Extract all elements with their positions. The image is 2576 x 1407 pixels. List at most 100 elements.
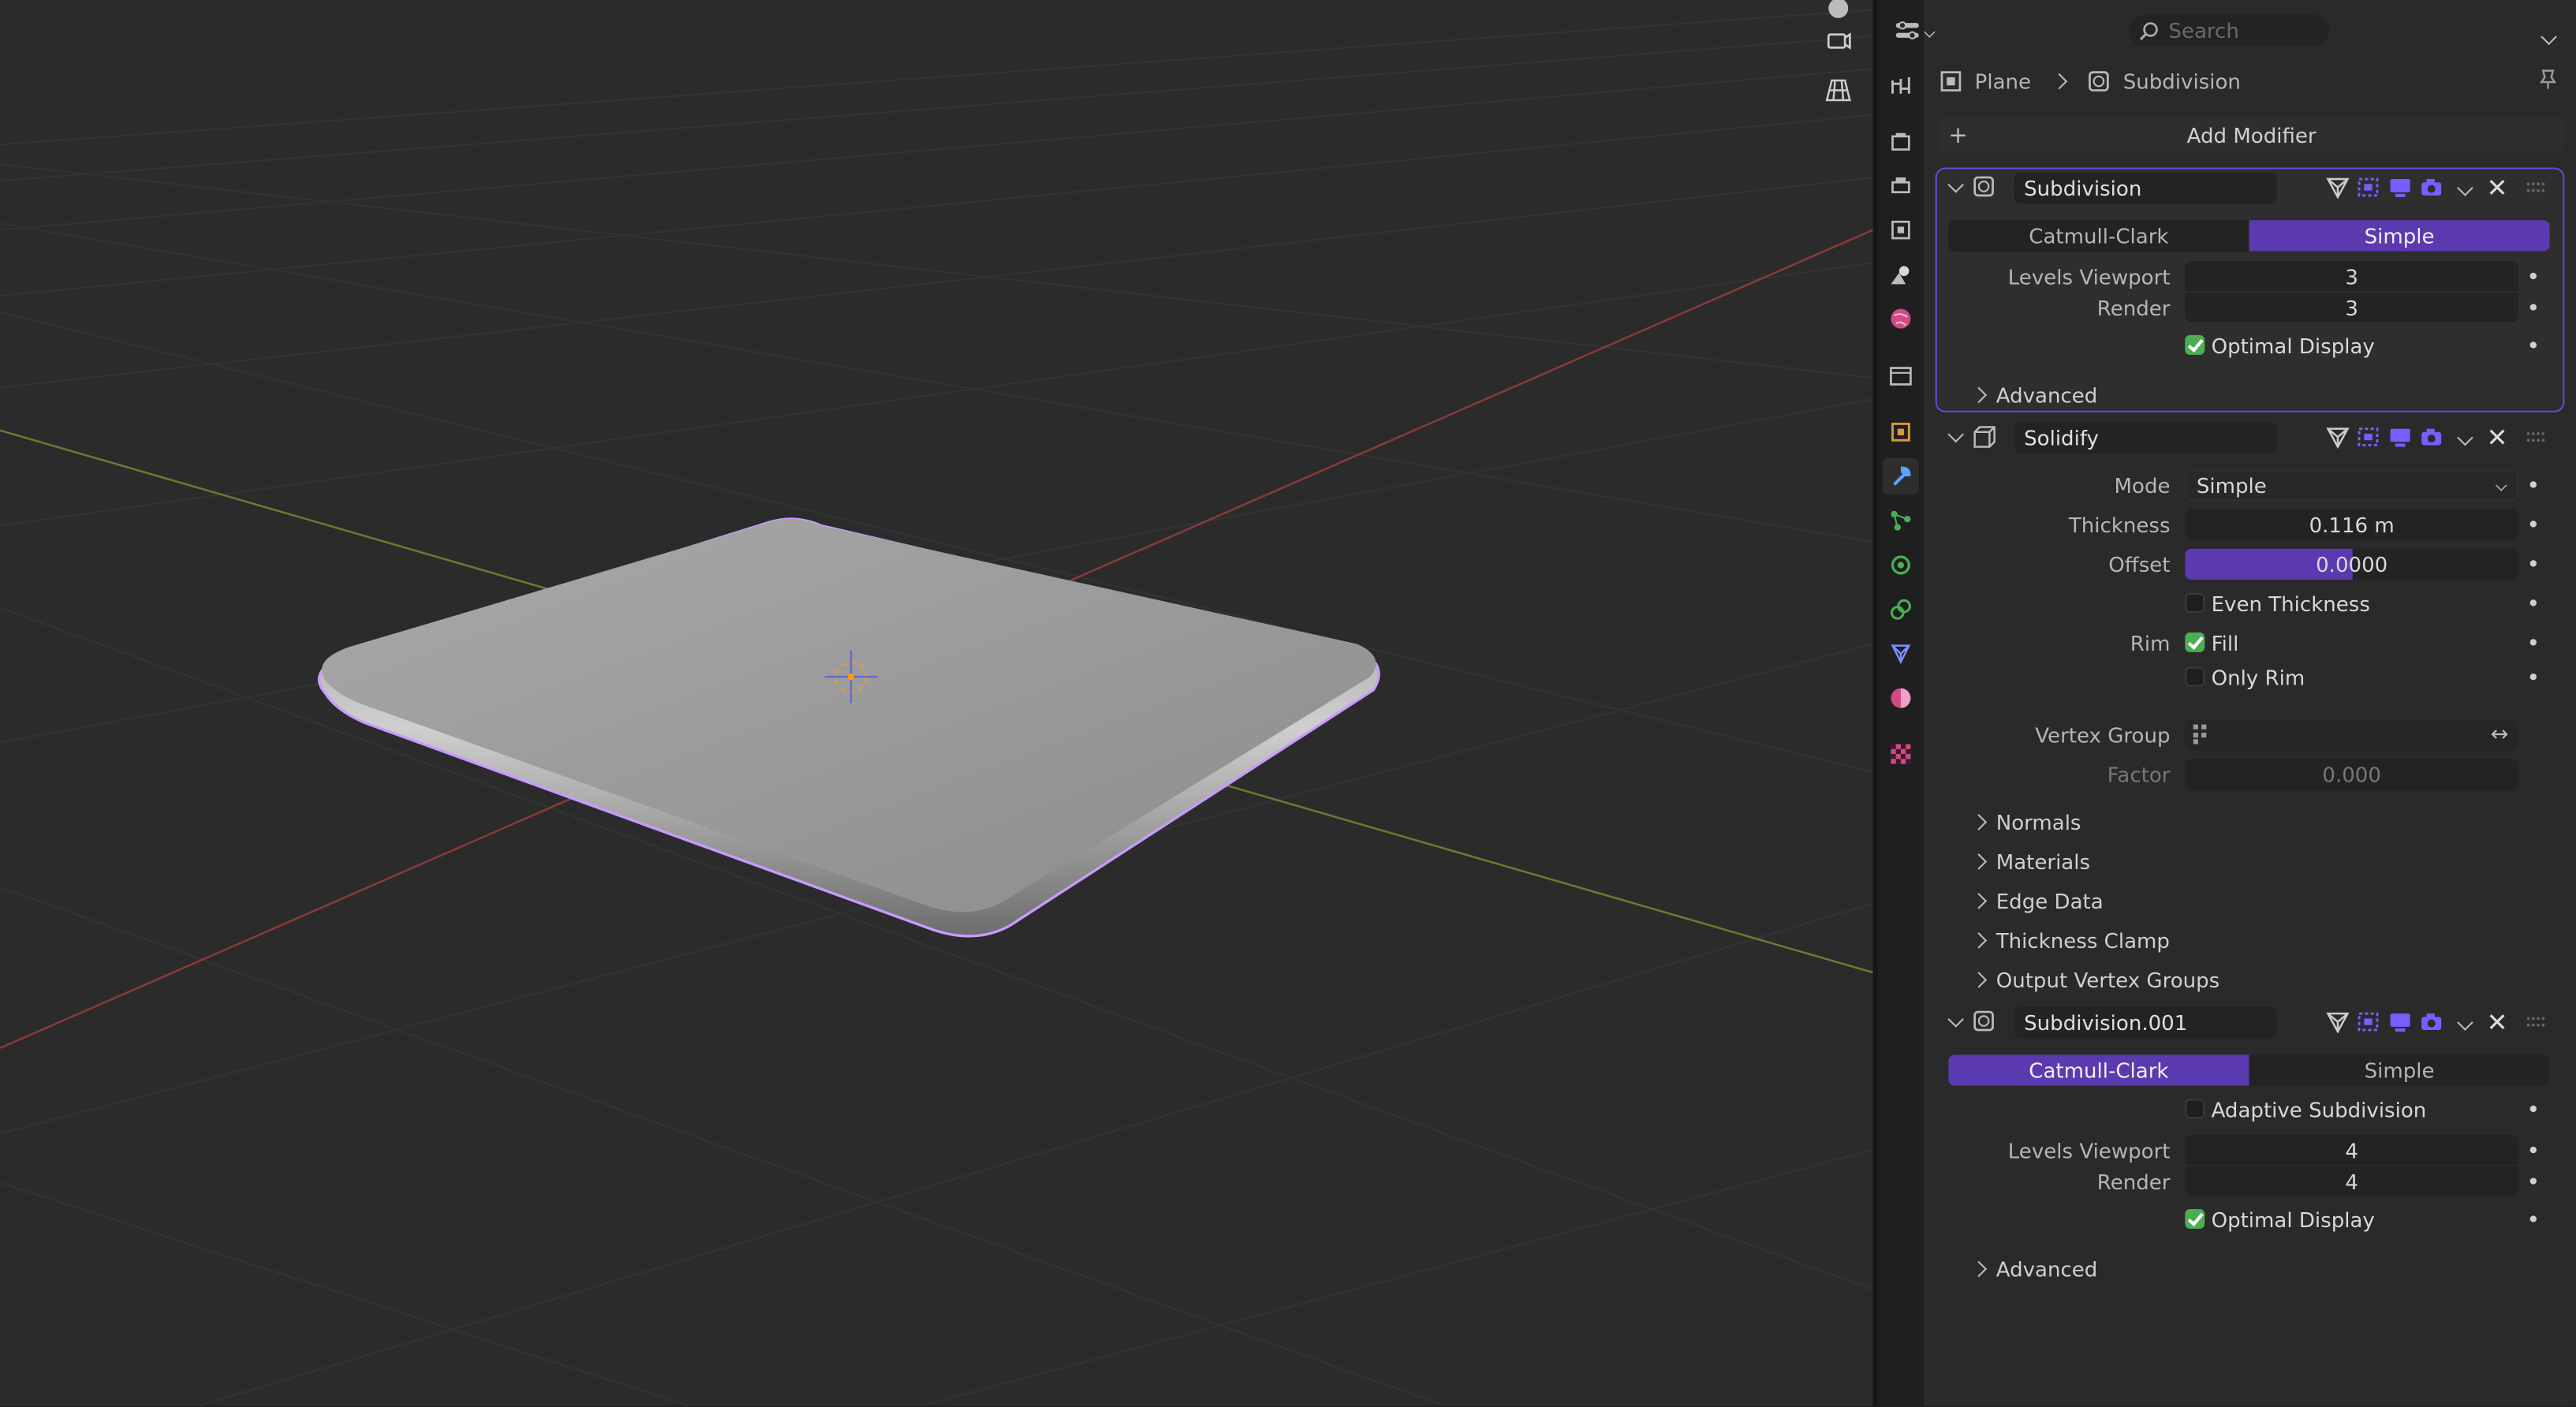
optimal-display-checkbox[interactable]: [2185, 334, 2205, 355]
keyframe-dot[interactable]: [2529, 639, 2537, 646]
levels-viewport-field[interactable]: 3: [2185, 261, 2519, 291]
object-icon[interactable]: [1883, 414, 1919, 450]
viewport-display-icon[interactable]: [2387, 176, 2413, 199]
simple-option[interactable]: Simple: [2249, 220, 2550, 252]
edit-mode-icon[interactable]: [2356, 425, 2382, 448]
view-layer-icon[interactable]: [1883, 212, 1919, 248]
modifier-menu-chevron-icon[interactable]: [2457, 179, 2473, 196]
data-icon[interactable]: [1883, 636, 1919, 672]
keyframe-dot[interactable]: [2529, 1215, 2537, 1222]
factor-row: Factor 0.000: [1924, 756, 2576, 792]
subdivision-001-modifier-header[interactable]: Subdivision.001: [1937, 1002, 2563, 1042]
render-camera-icon[interactable]: [2418, 1010, 2444, 1033]
keyframe-dot[interactable]: [2529, 1146, 2537, 1154]
on-cage-icon[interactable]: [2324, 425, 2350, 449]
normals-subpanel-header[interactable]: Normals: [1924, 804, 2576, 840]
tool-icon[interactable]: [1883, 67, 1919, 103]
collapse-chevron-icon[interactable]: [1947, 177, 1965, 193]
keyframe-dot[interactable]: [2529, 272, 2537, 280]
keyframe-dot[interactable]: [2529, 521, 2537, 528]
editor-type-icon[interactable]: [1895, 17, 1943, 46]
mode-dropdown[interactable]: Simple: [2185, 468, 2519, 501]
keyframe-dot[interactable]: [2529, 673, 2537, 681]
close-icon[interactable]: [2485, 1010, 2508, 1033]
header-menu-chevron[interactable]: [2541, 23, 2557, 47]
material-icon[interactable]: [1883, 680, 1919, 716]
output-vertex-groups-subpanel-header[interactable]: Output Vertex Groups: [1924, 961, 2576, 997]
invert-arrows-icon[interactable]: ↔: [2491, 722, 2509, 746]
subdivision-type-toggle[interactable]: Catmull-Clark Simple: [1948, 220, 2550, 252]
viewport-display-icon[interactable]: [2387, 1010, 2413, 1033]
render-levels-field[interactable]: 3: [2185, 292, 2519, 323]
catmull-clark-option[interactable]: Catmull-Clark: [1948, 1054, 2249, 1086]
keyframe-dot[interactable]: [2529, 481, 2537, 488]
keyframe-dot[interactable]: [2529, 304, 2537, 311]
keyframe-dot[interactable]: [2529, 341, 2537, 349]
edit-mode-icon[interactable]: [2356, 1010, 2382, 1033]
search-placeholder: Search: [2168, 17, 2239, 43]
keyframe-dot[interactable]: [2529, 1177, 2537, 1185]
fill-checkbox[interactable]: [2185, 632, 2205, 652]
advanced-subpanel-header[interactable]: Advanced: [1924, 376, 2576, 412]
edit-mode-icon[interactable]: [2356, 176, 2382, 199]
modifier-name-field[interactable]: Subdivision.001: [2014, 1006, 2277, 1038]
collapse-chevron-icon[interactable]: [1947, 426, 1965, 443]
modifier-icon[interactable]: [1883, 458, 1919, 495]
3d-viewport[interactable]: [0, 0, 1873, 1406]
physics-icon[interactable]: [1883, 547, 1919, 584]
close-icon[interactable]: [2485, 425, 2508, 448]
render-camera-icon[interactable]: [2418, 425, 2444, 448]
on-cage-icon[interactable]: [2324, 1010, 2350, 1034]
pin-icon[interactable]: [2537, 67, 2559, 95]
add-modifier-button[interactable]: + Add Modifier: [1938, 118, 2565, 153]
factor-field[interactable]: 0.000: [2185, 758, 2519, 789]
viewport-scene[interactable]: [0, 0, 1873, 1406]
simple-option[interactable]: Simple: [2249, 1054, 2549, 1086]
drag-handle-icon[interactable]: [2523, 1010, 2546, 1033]
render-levels-field[interactable]: 4: [2185, 1166, 2519, 1196]
grid-view-icon[interactable]: [1817, 69, 1860, 111]
world-icon[interactable]: [1883, 300, 1919, 337]
collection-icon[interactable]: [1883, 358, 1919, 394]
levels-viewport-field[interactable]: 4: [2185, 1135, 2519, 1165]
search-field[interactable]: Search: [2129, 14, 2330, 47]
add-modifier-label: Add Modifier: [2186, 123, 2317, 148]
drag-handle-icon[interactable]: [2523, 176, 2546, 199]
keyframe-dot[interactable]: [2529, 1105, 2537, 1113]
solidify-modifier-header[interactable]: Solidify: [1937, 417, 2563, 457]
optimal-display-checkbox[interactable]: [2185, 1209, 2205, 1230]
drag-handle-icon[interactable]: [2523, 425, 2546, 448]
thickness-clamp-subpanel-header[interactable]: Thickness Clamp: [1924, 922, 2576, 958]
subdivision-modifier-header[interactable]: Subdivision: [1937, 167, 2563, 207]
advanced-subpanel-header[interactable]: Advanced: [1924, 1250, 2576, 1286]
even-thickness-checkbox[interactable]: [2185, 592, 2205, 613]
texture-icon[interactable]: [1883, 736, 1919, 772]
output-icon[interactable]: [1883, 167, 1919, 203]
modifier-name-field[interactable]: Subdivision: [2014, 171, 2277, 203]
camera-rotate-icon[interactable]: [1817, 20, 1860, 62]
thickness-field[interactable]: 0.116 m: [2185, 508, 2519, 540]
modifier-menu-chevron-icon[interactable]: [2457, 428, 2473, 446]
scene-icon[interactable]: [1883, 256, 1919, 293]
only-rim-checkbox[interactable]: [2185, 666, 2205, 687]
offset-slider[interactable]: 0.0000: [2185, 547, 2519, 580]
catmull-clark-option[interactable]: Catmull-Clark: [1948, 220, 2249, 252]
edge-data-subpanel-header[interactable]: Edge Data: [1924, 883, 2576, 919]
close-icon[interactable]: [2485, 176, 2508, 199]
modifier-name-field[interactable]: Solidify: [2014, 421, 2277, 453]
adaptive-subdivision-checkbox[interactable]: [2185, 1099, 2205, 1119]
render-icon[interactable]: [1883, 123, 1919, 159]
on-cage-icon[interactable]: [2324, 176, 2350, 200]
particles-icon[interactable]: [1883, 502, 1919, 539]
keyframe-dot[interactable]: [2529, 560, 2537, 567]
constraints-icon[interactable]: [1883, 592, 1919, 628]
vertex-group-field[interactable]: [2185, 718, 2519, 750]
collapse-chevron-icon[interactable]: [1947, 1011, 1965, 1028]
subdivision-type-toggle[interactable]: Catmull-Clark Simple: [1948, 1054, 2550, 1086]
modifier-menu-chevron-icon[interactable]: [2457, 1013, 2473, 1030]
materials-subpanel-header[interactable]: Materials: [1924, 843, 2576, 879]
properties-editor[interactable]: Search Plane Subdivision + Add Modifier …: [1895, 0, 2576, 1406]
render-camera-icon[interactable]: [2418, 176, 2444, 199]
viewport-display-icon[interactable]: [2387, 425, 2413, 448]
keyframe-dot[interactable]: [2529, 599, 2537, 606]
